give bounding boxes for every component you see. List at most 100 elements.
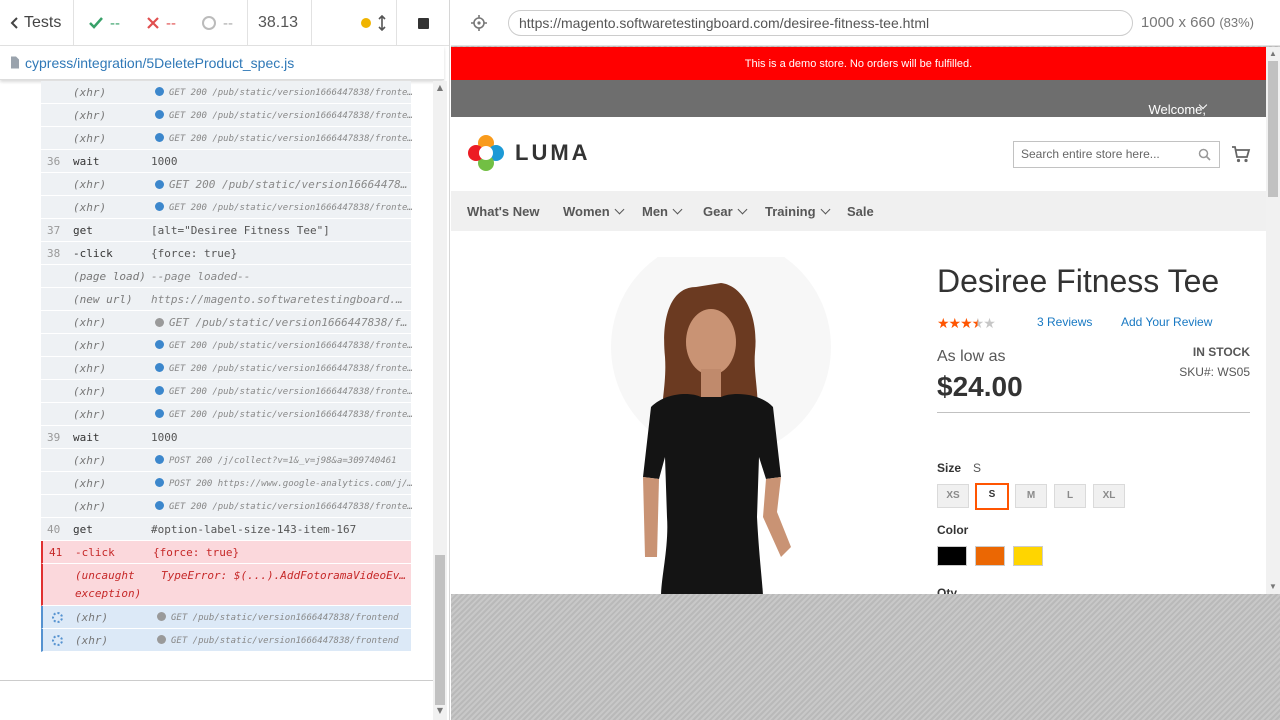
logo-text[interactable]: LUMA xyxy=(515,140,591,166)
color-swatch-yellow[interactable] xyxy=(1013,546,1043,566)
luma-logo-icon[interactable] xyxy=(467,134,505,172)
aut-scrollbar[interactable]: ▲ ▼ xyxy=(1266,47,1280,594)
demo-notice: This is a demo store. No orders will be … xyxy=(451,47,1266,80)
nav-label: What's New xyxy=(467,204,540,219)
viewport-size[interactable]: 1000 x 660 (83%) xyxy=(1141,14,1254,31)
command-name: (xhr) xyxy=(73,132,107,145)
cypress-reporter: Tests -- -- -- 38.13 cypress/integration… xyxy=(0,0,450,720)
search-icon[interactable] xyxy=(1198,148,1211,161)
command-row[interactable]: (xhr) GET /pub/static/version1666447838/f… xyxy=(41,629,411,652)
add-review-link[interactable]: Add Your Review xyxy=(1121,315,1212,329)
command-message-text: {force: true} xyxy=(151,247,238,260)
nav-sale[interactable]: Sale xyxy=(847,204,874,219)
auto-scroll-toggle[interactable] xyxy=(361,0,387,46)
file-icon xyxy=(11,56,19,69)
command-row[interactable]: (xhr) GET 200 /pub/static/version16664478… xyxy=(41,173,413,196)
scroll-up-icon[interactable]: ▲ xyxy=(1266,47,1280,61)
stop-button[interactable] xyxy=(418,0,429,46)
nav-label: Sale xyxy=(847,204,874,219)
command-row[interactable]: (page load) --page loaded-- xyxy=(41,265,411,288)
scroll-down-icon[interactable]: ▼ xyxy=(1266,580,1280,594)
reporter-scrollbar[interactable]: ▲ ▼ xyxy=(433,81,447,720)
command-name: wait xyxy=(73,431,100,444)
scroll-down-icon[interactable]: ▼ xyxy=(433,704,447,718)
product-image[interactable] xyxy=(581,257,831,594)
size-swatch-xs[interactable]: XS xyxy=(937,484,969,508)
empty-star-icon: ★ xyxy=(983,315,996,331)
command-row[interactable]: 38 -click {force: true} xyxy=(41,242,411,265)
spinner-icon xyxy=(52,612,63,623)
command-number: 40 xyxy=(47,523,61,536)
command-row[interactable]: (xhr) POST 200 https://www.google-analyti… xyxy=(41,472,413,495)
size-swatch-xl[interactable]: XL xyxy=(1093,484,1125,508)
command-name: (xhr) xyxy=(73,477,107,490)
command-row[interactable]: (xhr) GET 200 /pub/static/version16664478… xyxy=(41,380,413,403)
command-message: POST 200 /j/collect?v=1&_v=j98&a=3097404… xyxy=(155,455,413,466)
command-row[interactable]: (xhr) GET 200 /pub/static/version16664478… xyxy=(41,403,413,426)
aut-scroll-thumb[interactable] xyxy=(1268,61,1278,197)
command-message: GET 200 /pub/static/version1666447838/fr… xyxy=(155,409,413,420)
nav-gear[interactable]: Gear xyxy=(703,204,748,219)
command-name: (uncaught exception) xyxy=(75,569,142,600)
command-name: (xhr) xyxy=(73,109,107,122)
command-message: GET 200 /pub/static/version1666447838/fr… xyxy=(155,178,413,191)
command-message-text: GET 200 /pub/static/version1666447838/fr… xyxy=(169,203,413,213)
command-message-text: POST 200 /j/collect?v=1&_v=j98&a=3097404… xyxy=(169,456,397,466)
command-row[interactable]: (xhr) GET 200 /pub/static/version16664478… xyxy=(41,334,413,357)
search-input[interactable]: Search entire store here... xyxy=(1013,141,1220,168)
command-message-text: #option-label-size-143-item-167 xyxy=(151,523,357,536)
nav-women[interactable]: Women xyxy=(563,204,625,219)
command-name: (xhr) xyxy=(75,611,109,624)
nav-label: Men xyxy=(642,204,668,219)
size-swatch-m[interactable]: M xyxy=(1015,484,1047,508)
status-dot-icon xyxy=(155,409,164,418)
command-message-text: GET 200 /pub/static/version1666447838/fr… xyxy=(169,111,413,121)
command-row[interactable]: (xhr) GET 200 /pub/static/version16664478… xyxy=(41,495,413,518)
reporter-scroll-thumb[interactable] xyxy=(435,555,445,705)
nav-men[interactable]: Men xyxy=(642,204,683,219)
status-dot-icon xyxy=(155,133,164,142)
command-row[interactable]: (xhr) GET 200 /pub/static/version16664478… xyxy=(41,127,413,150)
spec-path[interactable]: cypress/integration/5DeleteProduct_spec.… xyxy=(25,55,294,71)
command-name: (new url) xyxy=(73,293,133,306)
command-row[interactable]: (xhr) POST 200 /j/collect?v=1&_v=j98&a=30… xyxy=(41,449,411,472)
command-row[interactable]: 36 wait 1000 xyxy=(41,150,411,173)
command-row[interactable]: (new url) https://magento.softwaretesting… xyxy=(41,288,411,311)
command-row[interactable]: (xhr) GET 200 /pub/static/version16664478… xyxy=(41,81,413,104)
color-swatch-orange[interactable] xyxy=(975,546,1005,566)
command-name: (xhr) xyxy=(73,201,107,214)
command-row[interactable]: (uncaught exception) TypeError: $(...).Ad… xyxy=(41,564,411,606)
status-dot-icon xyxy=(155,455,164,464)
command-row[interactable]: (xhr) GET 200 /pub/static/version16664478… xyxy=(41,104,413,127)
tests-button[interactable]: Tests xyxy=(10,0,61,46)
command-message: GET 200 /pub/static/version1666447838/fr… xyxy=(155,202,413,213)
status-dot-icon xyxy=(155,363,164,372)
command-row[interactable]: 37 get [alt="Desiree Fitness Tee"] xyxy=(41,219,411,242)
command-message: --page loaded-- xyxy=(151,270,409,283)
command-row[interactable]: (xhr) GET 200 /pub/static/version16664478… xyxy=(41,196,413,219)
command-name: -click xyxy=(73,247,113,260)
stop-icon xyxy=(418,17,429,29)
command-row[interactable]: (xhr) GET /pub/static/version1666447838/f… xyxy=(41,606,411,629)
command-row[interactable]: 41 -click {force: true} xyxy=(41,541,411,564)
status-dot-icon xyxy=(155,340,164,349)
command-row[interactable]: (xhr) GET 200 /pub/static/version16664478… xyxy=(41,357,413,380)
command-row[interactable]: 39 wait 1000 xyxy=(41,426,411,449)
url-bar[interactable]: https://magento.softwaretestingboard.com… xyxy=(508,10,1133,36)
main-navigation: What's New Women Men Gear Training Sale xyxy=(451,191,1266,231)
selector-playground-icon[interactable] xyxy=(471,15,487,31)
command-message-text: 1000 xyxy=(151,431,178,444)
command-row[interactable]: 40 get #option-label-size-143-item-167 xyxy=(41,518,411,541)
size-swatch-l[interactable]: L xyxy=(1054,484,1086,508)
stats-bar: Tests -- -- -- 38.13 xyxy=(0,0,449,46)
size-swatch-s[interactable]: S xyxy=(975,483,1009,510)
viewport-zoom: (83%) xyxy=(1219,15,1254,30)
cart-icon[interactable] xyxy=(1231,145,1251,163)
nav-whats-new[interactable]: What's New xyxy=(467,204,539,219)
color-swatch-black[interactable] xyxy=(937,546,967,566)
reviews-link[interactable]: 3 Reviews xyxy=(1037,315,1092,329)
scroll-up-icon[interactable]: ▲ xyxy=(433,81,447,95)
nav-training[interactable]: Training xyxy=(765,204,831,219)
command-row[interactable]: (xhr) GET /pub/static/version1666447838/f… xyxy=(41,311,413,334)
command-name: (xhr) xyxy=(73,385,107,398)
